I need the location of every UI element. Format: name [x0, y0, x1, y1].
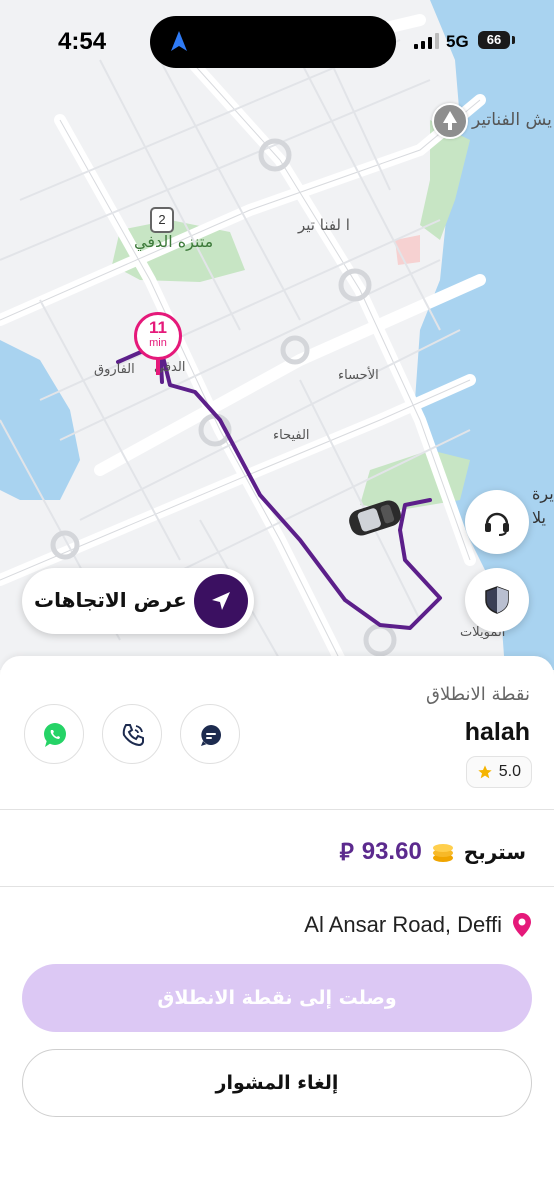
pickup-address-row: Al Ansar Road, Deffi	[304, 912, 532, 938]
battery-indicator: 66	[478, 31, 510, 49]
star-icon	[478, 765, 492, 779]
chat-button[interactable]	[180, 704, 240, 764]
navigation-arrow-icon	[212, 592, 230, 610]
location-arrow-icon	[171, 31, 187, 51]
call-button[interactable]	[102, 704, 162, 764]
pickup-title: نقطة الانطلاق	[425, 684, 530, 705]
map-label-fayha: الفيحاء	[273, 428, 310, 443]
show-directions-label: عرض الاتجاهات	[34, 588, 187, 612]
rider-rating: 5.0	[498, 763, 521, 780]
earnings-amount: 93.60	[361, 837, 422, 865]
arrived-at-pickup-button[interactable]: وصلت إلى نقطة الانطلاق	[22, 964, 532, 1032]
arrived-at-pickup-label: وصلت إلى نقطة الانطلاق	[157, 987, 397, 1009]
trip-sheet: نقطة الانطلاق halah 5.0 ⃁ 93.60	[0, 656, 554, 1200]
eta-unit: min	[149, 337, 167, 349]
road-number-shield: 2	[150, 207, 174, 233]
map-label-fanateer: يش الفناتير	[472, 110, 552, 130]
eta-value: 11	[149, 318, 167, 337]
earnings-row: ⃁ 93.60 ستربح	[339, 836, 526, 867]
phone-icon	[122, 724, 144, 747]
eta-pin-stem	[156, 359, 160, 375]
status-time: 4:54	[58, 28, 107, 55]
map-label-dafi-park: متنزه الدفي	[134, 232, 214, 251]
pickup-address: Al Ansar Road, Deffi	[304, 912, 502, 937]
map-label-ahsa: الأحساء	[338, 368, 379, 383]
network-type: 5G	[446, 32, 469, 51]
signal-icon	[414, 33, 439, 49]
whatsapp-button[interactable]	[24, 704, 84, 764]
rider-rating-badge: 5.0	[465, 756, 532, 788]
headset-icon	[485, 512, 509, 536]
shield-icon	[485, 586, 509, 614]
eta-pin: 11 min	[134, 312, 182, 360]
tree-icon	[432, 103, 468, 139]
map-label-island-top: يرة	[532, 484, 554, 503]
chat-icon	[201, 725, 221, 746]
rider-name: halah	[464, 718, 530, 746]
status-bar: 4:54 5G 66	[0, 0, 554, 80]
whatsapp-icon	[44, 723, 66, 747]
divider-top	[0, 809, 554, 810]
safety-button[interactable]	[465, 568, 529, 632]
earnings-label: ستربح	[463, 839, 526, 864]
currency-symbol: ⃁	[339, 838, 354, 866]
divider-bottom	[0, 886, 554, 887]
cancel-trip-label: إلغاء المشوار	[215, 1072, 339, 1094]
show-directions-button[interactable]: عرض الاتجاهات	[22, 568, 254, 634]
map-label-fanateer-district: ا لفنا تير	[298, 216, 350, 234]
map-label-island-bottom: يلا	[532, 508, 546, 527]
directions-icon-circle	[194, 574, 248, 628]
battery-tip	[512, 36, 515, 44]
location-pin-icon	[513, 913, 531, 937]
coins-icon	[432, 843, 453, 862]
cancel-trip-button[interactable]: إلغاء المشوار	[22, 1049, 532, 1117]
map-label-farouq: الفاروق	[94, 362, 135, 377]
support-button[interactable]	[465, 490, 529, 554]
map-view[interactable]: يش الفناتير 2 متنزه الدفي ا لفنا تير الف…	[0, 0, 554, 670]
